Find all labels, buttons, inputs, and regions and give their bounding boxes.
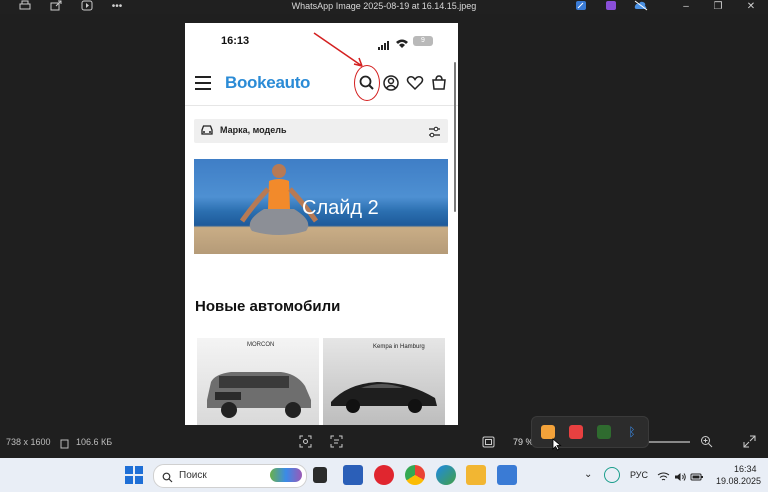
fullscreen-icon[interactable]: [743, 435, 756, 453]
taskbar-search-box[interactable]: Поиск: [153, 464, 307, 488]
viewer-status-bar: 738 x 1600 106.6 КБ 79 %: [0, 427, 768, 457]
share-icon[interactable]: [49, 0, 63, 13]
opera-icon[interactable]: [374, 465, 394, 485]
car-card[interactable]: MORCON: [197, 338, 319, 425]
signal-icon: [378, 37, 392, 55]
search-highlight-icon: [270, 468, 302, 482]
wifi-icon: [395, 36, 409, 54]
favorites-heart-icon[interactable]: [405, 73, 425, 93]
edge-icon[interactable]: [436, 465, 456, 485]
minimize-button[interactable]: –: [679, 0, 693, 13]
dealer-logo: Kempa in Hamburg: [373, 344, 425, 350]
file-size: 106.6 КБ: [76, 437, 113, 447]
viewer-scrollbar[interactable]: [454, 62, 456, 212]
search-icon[interactable]: [357, 73, 377, 93]
zoom-in-icon[interactable]: [700, 435, 713, 453]
app-orange-icon[interactable]: [541, 425, 555, 439]
file-icon: [60, 436, 69, 454]
edit-icon[interactable]: [574, 0, 588, 13]
chevron-up-icon[interactable]: ⌄: [584, 469, 592, 480]
account-icon[interactable]: [381, 73, 401, 93]
print-icon[interactable]: [18, 0, 32, 13]
search-icon: [162, 470, 173, 488]
taskbar: Поиск ⌄ РУС 16:34 19.08.2025: [0, 458, 768, 492]
model-search-bar[interactable]: Марка, модель: [194, 119, 448, 143]
text-extract-icon[interactable]: [330, 435, 343, 453]
car-card[interactable]: Kempa in Hamburg: [323, 338, 445, 425]
promo-banner[interactable]: Слайд 2: [194, 159, 448, 254]
photos-icon[interactable]: [497, 465, 517, 485]
volume-icon[interactable]: [674, 469, 687, 487]
model-search-placeholder: Марка, модель: [220, 125, 287, 135]
mouse-cursor: [552, 438, 562, 456]
status-time: 16:13: [221, 35, 250, 47]
suv-car-image: [207, 372, 311, 418]
clipchamp-icon[interactable]: [604, 0, 618, 13]
dealer-logo: MORCON: [247, 342, 275, 348]
close-button[interactable]: ✕: [744, 0, 758, 13]
windows-start-icon[interactable]: [125, 466, 143, 489]
task-view-icon[interactable]: [313, 467, 327, 483]
car-icon: [200, 124, 214, 142]
battery-indicator: 9: [413, 36, 433, 46]
slideshow-icon[interactable]: [80, 0, 94, 13]
phone-screenshot: 16:13 9 Bookeauto Марка, модель Слайд 2 …: [185, 23, 458, 425]
filter-sliders-icon[interactable]: [428, 125, 441, 143]
bluetooth-icon[interactable]: ᛒ: [625, 425, 639, 439]
site-logo[interactable]: Bookeauto: [225, 73, 310, 93]
wifi-icon[interactable]: [657, 469, 670, 487]
record-icon[interactable]: [569, 425, 583, 439]
banner-slide-text: Слайд 2: [302, 197, 379, 219]
visual-search-icon[interactable]: [299, 435, 312, 453]
maximize-button[interactable]: ❐: [711, 0, 725, 13]
site-header: Bookeauto: [185, 65, 458, 105]
copilot-icon[interactable]: [604, 467, 620, 483]
word-icon[interactable]: [343, 465, 363, 485]
hamburger-menu-icon[interactable]: [195, 76, 211, 90]
input-language[interactable]: РУС: [630, 470, 648, 480]
taskbar-search-label: Поиск: [179, 470, 207, 481]
image-dimensions: 738 x 1600: [6, 437, 51, 447]
header-divider: [185, 105, 458, 106]
annotation-arrow: [313, 32, 363, 67]
zoom-slider[interactable]: [648, 441, 690, 443]
section-title: Новые автомобили: [195, 298, 341, 315]
more-icon[interactable]: •••: [110, 0, 124, 13]
chrome-icon[interactable]: [405, 465, 425, 485]
clock-time[interactable]: 16:34: [734, 464, 757, 474]
battery-icon[interactable]: [690, 469, 704, 487]
title-bar: WhatsApp Image 2025-08-19 at 16.14.15.jp…: [0, 0, 768, 14]
cart-icon[interactable]: [429, 73, 449, 93]
nvidia-icon[interactable]: [597, 425, 611, 439]
tray-overflow-popup: ᛒ: [531, 416, 649, 448]
fit-to-window-icon[interactable]: [482, 435, 495, 453]
cloud-off-icon[interactable]: [634, 0, 648, 13]
clock-date[interactable]: 19.08.2025: [716, 476, 761, 486]
file-explorer-icon[interactable]: [466, 465, 486, 485]
sports-car-image: [331, 382, 437, 413]
